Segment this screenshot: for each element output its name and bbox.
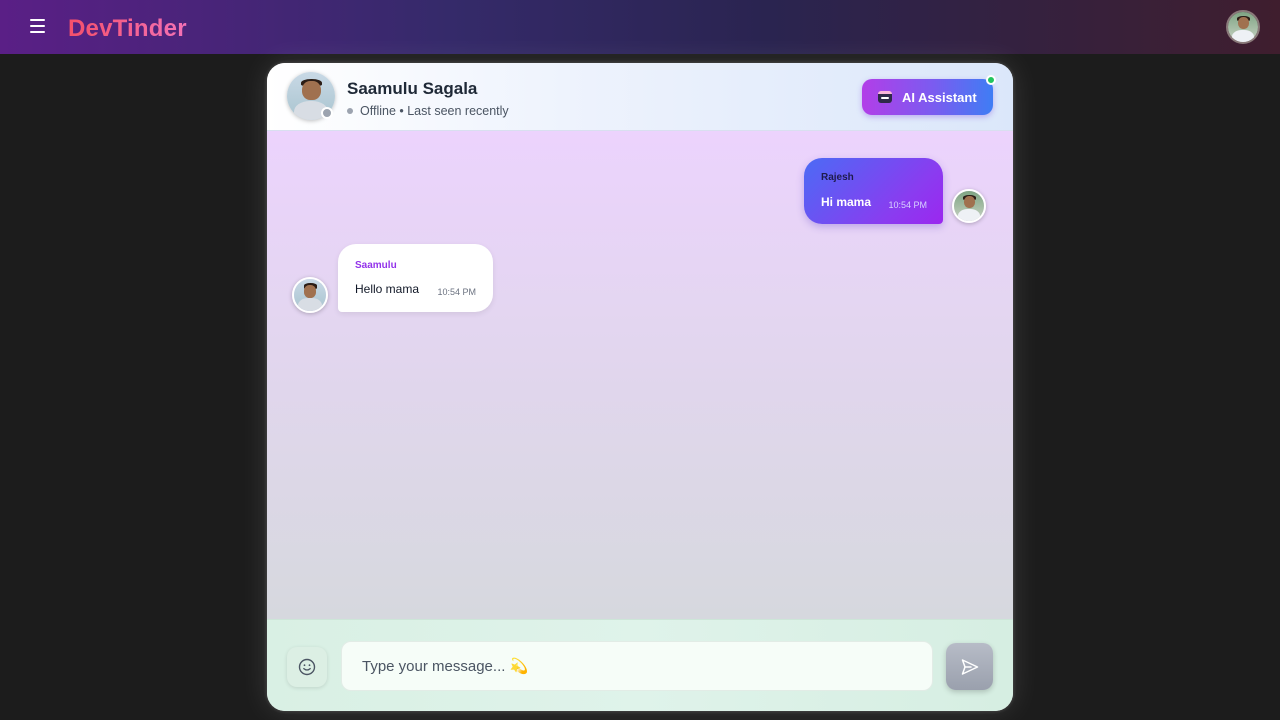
contact-status: Offline • Last seen recently	[347, 104, 509, 118]
hamburger-menu-icon[interactable]	[30, 19, 47, 35]
send-button[interactable]	[946, 643, 993, 690]
sender-avatar	[952, 189, 986, 223]
ai-assistant-label: AI Assistant	[902, 89, 977, 105]
message-text: Hello mama	[355, 282, 420, 296]
ai-assistant-button[interactable]: AI Assistant	[862, 79, 993, 115]
send-icon	[961, 658, 978, 675]
brand-logo[interactable]: DevTinder	[68, 15, 187, 43]
contact-name: Saamulu Sagala	[347, 79, 478, 98]
robot-icon	[878, 91, 892, 103]
status-dot-icon	[347, 108, 353, 114]
message-text: Hi mama	[821, 195, 872, 209]
receiver-avatar	[292, 277, 328, 313]
offline-status-dot	[321, 107, 333, 119]
contact-status-text: Offline • Last seen recently	[360, 104, 509, 118]
message-time: 10:54 PM	[888, 200, 927, 210]
outgoing-message-bubble: Rajesh Hi mama 10:54 PM	[804, 158, 943, 224]
message-composer	[267, 619, 1013, 711]
user-avatar-icon[interactable]	[1226, 10, 1260, 44]
chat-header: Saamulu Sagala Offline • Last seen recen…	[267, 63, 1013, 131]
message-time: 10:54 PM	[437, 287, 476, 297]
emoji-button[interactable]	[287, 647, 327, 687]
online-indicator-dot	[986, 75, 996, 85]
message-list[interactable]: Rajesh Hi mama 10:54 PM Saamulu Hello ma…	[267, 131, 1013, 619]
chat-window: Saamulu Sagala Offline • Last seen recen…	[267, 63, 1013, 711]
message-input[interactable]	[341, 641, 933, 691]
incoming-message-bubble: Saamulu Hello mama 10:54 PM	[338, 244, 493, 312]
smiley-icon	[298, 658, 316, 676]
message-sender: Saamulu	[355, 260, 397, 271]
message-sender: Rajesh	[821, 172, 854, 183]
top-navbar: DevTinder	[0, 0, 1280, 54]
